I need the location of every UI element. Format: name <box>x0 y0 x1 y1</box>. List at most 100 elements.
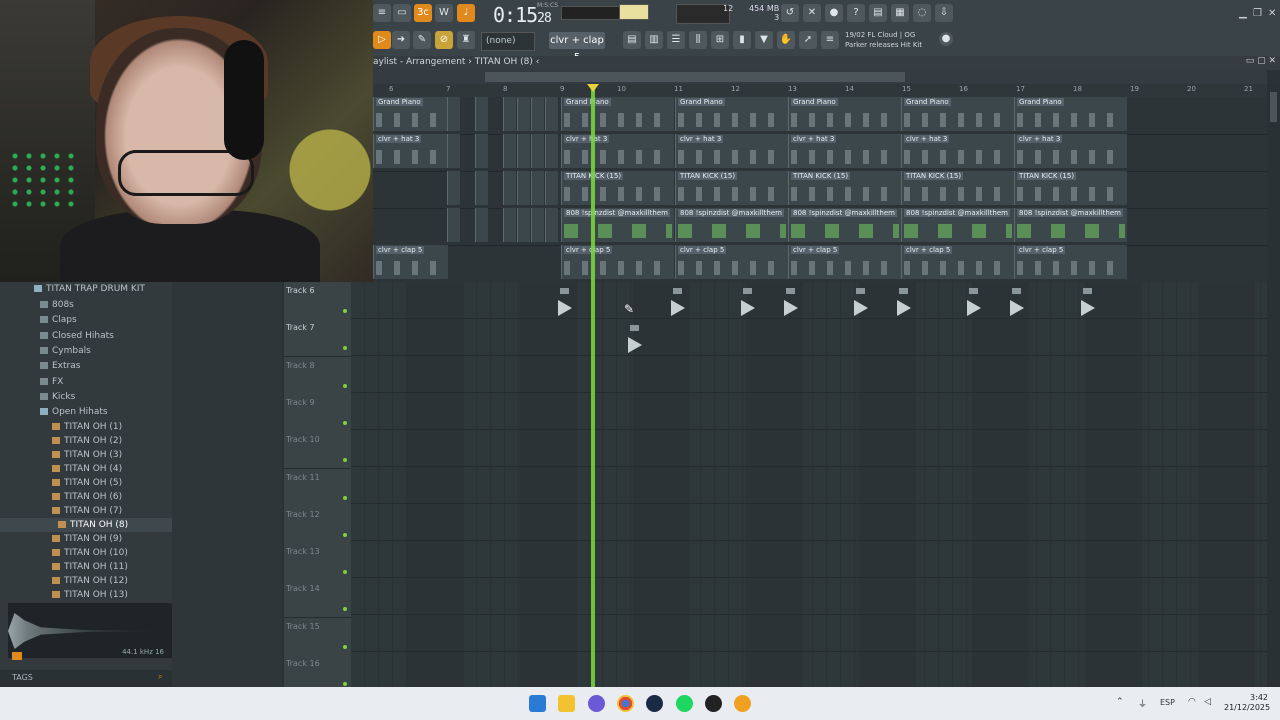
pattern-clip[interactable] <box>545 97 558 131</box>
clock[interactable]: 3:42 21/12/2025 <box>1224 693 1270 713</box>
pattern-selector[interactable]: clvr + clap 5 <box>549 32 605 63</box>
track-mute-led[interactable] <box>343 495 347 500</box>
mixer-icon[interactable]: ▦ <box>891 4 909 22</box>
browser-folder[interactable]: Open Hihats <box>0 405 172 419</box>
track-mute-led[interactable] <box>343 644 347 649</box>
pattern-clip[interactable]: clvr + hat 3 <box>901 134 1014 168</box>
pattern-clip[interactable]: 808 !spinzdist @maxkillthem <box>561 208 674 242</box>
tags-bar[interactable]: TAGS ⌕ <box>0 670 172 687</box>
song-mode-icon[interactable]: 3c <box>414 4 432 22</box>
pattern-clip[interactable] <box>517 208 530 242</box>
restore-icon[interactable]: ❐ <box>1253 8 1262 19</box>
browser-folder[interactable]: Claps <box>0 313 172 327</box>
mixer-view-icon[interactable]: ⫼ <box>689 31 707 49</box>
track-mute-led[interactable] <box>343 309 347 313</box>
pattern-clip[interactable] <box>503 171 516 205</box>
pattern-clip[interactable] <box>475 208 488 242</box>
undo-icon[interactable]: ↺ <box>781 4 799 22</box>
pattern-clip[interactable]: Grand Piano <box>788 97 901 131</box>
pattern-clip[interactable]: clvr + hat 3 <box>788 134 901 168</box>
track-mute-led[interactable] <box>343 682 347 686</box>
cloud-icon[interactable]: ● <box>939 32 953 46</box>
pattern-clip[interactable] <box>503 208 516 242</box>
audio-clip[interactable] <box>1010 288 1026 316</box>
browser-file[interactable]: TITAN OH (5) <box>0 476 172 490</box>
channel-rack-icon[interactable]: ▥ <box>645 31 663 49</box>
browser-folder[interactable]: Extras <box>0 359 172 373</box>
pattern-clip[interactable]: Grand Piano <box>901 97 1014 131</box>
browser-file[interactable]: TITAN OH (2) <box>0 434 172 448</box>
wifi-icon[interactable]: ◠ <box>1188 697 1196 707</box>
link-icon[interactable]: ⊘ <box>435 31 453 49</box>
mic-icon[interactable]: ● <box>825 4 843 22</box>
audio-clip[interactable] <box>854 288 870 316</box>
pattern-clip[interactable]: clvr + clap 5 <box>1014 245 1127 279</box>
browser-file[interactable]: TITAN OH (6) <box>0 490 172 504</box>
news-ticker[interactable]: 19/02 FL Cloud | OG Parker releases Hit K… <box>845 30 922 50</box>
help-icon[interactable]: ? <box>847 4 865 22</box>
audio-clip[interactable] <box>628 325 644 353</box>
pattern-mode-icon[interactable]: ▭ <box>393 4 411 22</box>
pattern-clip[interactable]: TITAN KICK (15) <box>561 171 674 205</box>
track-header[interactable]: Track 12 <box>284 505 351 544</box>
browser-folder[interactable]: FX <box>0 375 172 389</box>
master-volume-slider[interactable] <box>561 6 621 20</box>
track-header[interactable]: Track 6 <box>284 282 351 320</box>
audio-clip[interactable] <box>558 288 574 316</box>
pattern-clip[interactable] <box>503 97 516 131</box>
wait-icon[interactable]: W <box>435 4 453 22</box>
touch-icon[interactable]: ✋ <box>777 31 795 49</box>
playlist-grid[interactable] <box>351 282 1267 687</box>
spotify-icon[interactable] <box>676 695 693 712</box>
browser-file[interactable]: TITAN OH (9) <box>0 532 172 546</box>
menu-icon[interactable]: ≡ <box>373 4 391 22</box>
pattern-clip[interactable]: 808 !spinzdist @maxkillthem <box>675 208 788 242</box>
track-mute-led[interactable] <box>343 532 347 537</box>
pattern-clip[interactable]: clvr + clap 5 <box>675 245 788 279</box>
minimize-icon[interactable]: ▁ <box>1239 8 1247 19</box>
pattern-clip[interactable] <box>545 171 558 205</box>
browser-folder[interactable]: Kicks <box>0 390 172 404</box>
browser-file[interactable]: TITAN OH (1) <box>0 420 172 434</box>
pattern-clip[interactable]: clvr + clap 5 <box>788 245 901 279</box>
pattern-clip[interactable]: Grand Piano <box>675 97 788 131</box>
pattern-clip[interactable]: clvr + clap 5 <box>561 245 674 279</box>
pattern-clip[interactable] <box>447 97 460 131</box>
audio-clip[interactable] <box>967 288 983 316</box>
pattern-clip[interactable] <box>447 171 460 205</box>
pattern-clip[interactable]: Grand Piano <box>373 97 448 131</box>
pattern-clip[interactable] <box>447 208 460 242</box>
master-pitch-slider[interactable] <box>619 4 649 20</box>
arrow-icon[interactable]: ➜ <box>392 31 410 49</box>
playlist-window-controls[interactable]: ▭ ▢ ✕ <box>1246 56 1276 66</box>
playlist-horizontal-scroll[interactable] <box>373 70 1267 84</box>
snap-select[interactable]: (none) <box>481 32 535 51</box>
pattern-clip[interactable] <box>545 134 558 168</box>
browser-root-folder[interactable]: TITAN TRAP DRUM KIT <box>0 282 172 296</box>
plugin-icon[interactable]: ▮ <box>733 31 751 49</box>
app-icon[interactable] <box>705 695 722 712</box>
pattern-clip[interactable]: 808 !spinzdist @maxkillthem <box>901 208 1014 242</box>
chrome-icon[interactable] <box>617 695 634 712</box>
fl-studio-icon[interactable] <box>734 695 751 712</box>
pattern-clip[interactable]: TITAN KICK (15) <box>788 171 901 205</box>
discord-icon[interactable] <box>588 695 605 712</box>
track-header[interactable]: Track 7 <box>284 319 351 358</box>
chat-icon[interactable]: ◌ <box>913 4 931 22</box>
track-mute-led[interactable] <box>343 346 347 351</box>
timeline-ruler[interactable]: 6 7 8 9 10 11 12 13 14 15 16 17 18 19 20 21 <box>373 84 1267 97</box>
pattern-clip[interactable]: Grand Piano <box>561 97 674 131</box>
pattern-clip[interactable]: 808 !spinzdist @maxkillthem <box>788 208 901 242</box>
browser-file[interactable]: TITAN OH (4) <box>0 462 172 476</box>
scroll-thumb[interactable] <box>485 72 905 82</box>
pattern-clip[interactable] <box>475 97 488 131</box>
pattern-clip[interactable] <box>545 208 558 242</box>
playhead-marker[interactable] <box>587 84 599 92</box>
metronome-icon[interactable]: ♩ <box>457 4 475 22</box>
pattern-clip[interactable]: clvr + hat 3 <box>1014 134 1127 168</box>
track-header[interactable]: Track 14 <box>284 580 351 619</box>
browser-file[interactable]: TITAN OH (7) <box>0 504 172 518</box>
track-mute-led[interactable] <box>343 420 347 425</box>
steam-icon[interactable] <box>646 695 663 712</box>
stamp-icon[interactable]: ♜ <box>457 31 475 49</box>
